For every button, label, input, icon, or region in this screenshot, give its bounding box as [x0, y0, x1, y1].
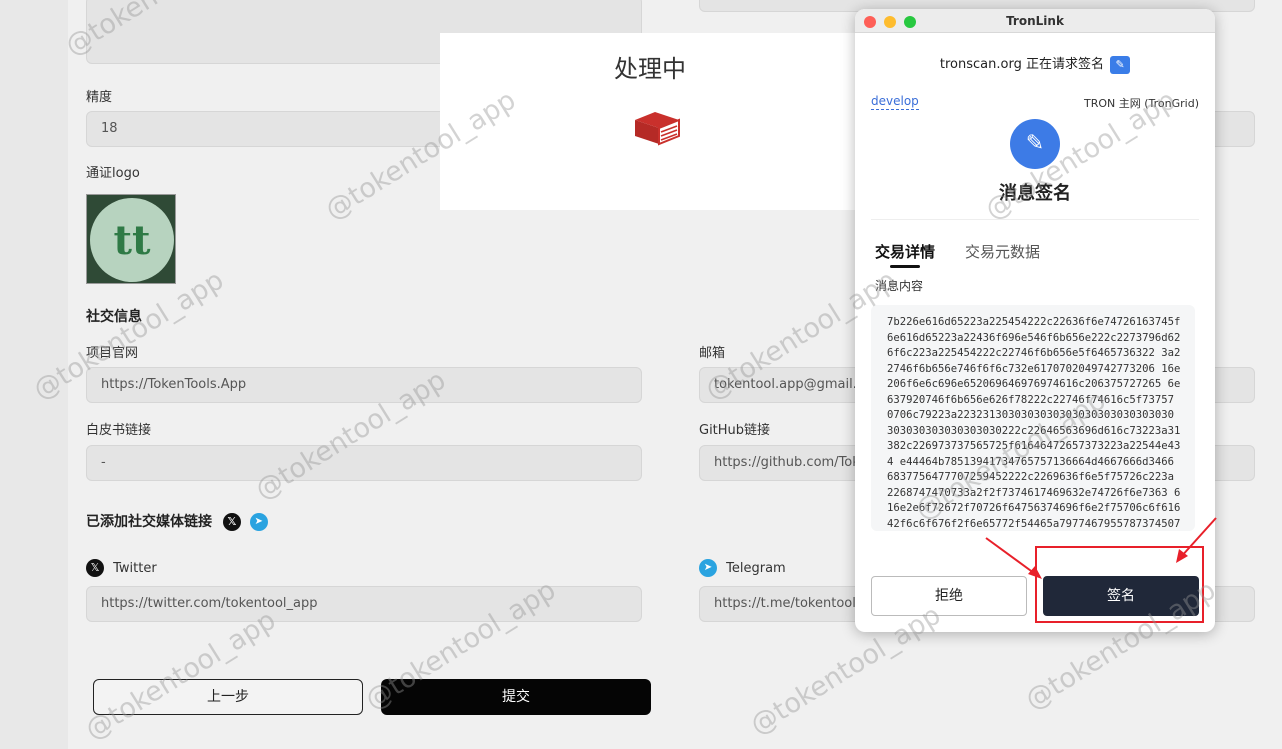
develop-link[interactable]: develop [871, 94, 919, 110]
telegram-icon[interactable]: ➤ [249, 513, 268, 531]
token-logo-glyph: tt [90, 198, 174, 282]
processing-spinner-icon [635, 112, 680, 146]
window-titlebar: TronLink [855, 9, 1215, 33]
signature-pen-icon: ✎ [1010, 119, 1060, 169]
active-tab-indicator [890, 265, 920, 268]
sign-request-text: tronscan.org 正在请求签名 [939, 57, 1104, 72]
telegram-label: Telegram [726, 560, 786, 576]
decimals-label: 精度 [86, 90, 113, 105]
social-section-title: 社交信息 [86, 309, 142, 325]
telegram-label-row: ➤ Telegram [699, 559, 786, 577]
annotation-arrows [985, 517, 1217, 579]
divider [871, 219, 1199, 220]
processing-title: 处理中 [614, 55, 686, 83]
processing-dialog: 处理中 [440, 33, 860, 210]
submit-button[interactable]: 提交 [381, 679, 651, 715]
added-links-title: 已添加社交媒体链接 𝕏 ➤ [86, 511, 268, 531]
tab-transaction-metadata[interactable]: 交易元数据 [965, 241, 1040, 262]
twitter-label-row: 𝕏 Twitter [86, 559, 157, 577]
email-label: 邮箱 [699, 346, 726, 361]
website-label: 项目官网 [86, 346, 139, 361]
previous-step-button[interactable]: 上一步 [93, 679, 363, 715]
window-title: TronLink [1006, 14, 1064, 28]
x-logo-icon: 𝕏 [86, 559, 104, 577]
github-label: GitHub链接 [699, 423, 771, 438]
tab-transaction-details[interactable]: 交易详情 [875, 241, 935, 262]
sign-title: 消息签名 [999, 183, 1071, 204]
message-content-label: 消息内容 [875, 279, 924, 293]
twitter-label: Twitter [113, 560, 157, 576]
x-logo-icon[interactable]: 𝕏 [222, 513, 241, 531]
whitepaper-label: 白皮书链接 [86, 423, 152, 438]
added-links-label: 已添加社交媒体链接 [86, 514, 212, 530]
token-logo-image: tt [86, 194, 176, 284]
whitepaper-field[interactable]: - [86, 445, 642, 481]
logo-label: 通证logo [86, 166, 140, 181]
website-field[interactable]: https://TokenTools.App [86, 367, 642, 403]
network-name: TRON 主网 (TronGrid) [1084, 97, 1199, 110]
telegram-icon: ➤ [699, 559, 717, 577]
sign-request-header: tronscan.org 正在请求签名 ✎ [855, 53, 1215, 74]
site-favicon-icon: ✎ [1110, 55, 1131, 74]
message-content-box[interactable]: 7b226e616d65223a225454222c22636f6e747261… [871, 305, 1195, 531]
reject-button[interactable]: 拒绝 [871, 576, 1027, 616]
twitter-field[interactable]: https://twitter.com/tokentool_app [86, 586, 642, 622]
